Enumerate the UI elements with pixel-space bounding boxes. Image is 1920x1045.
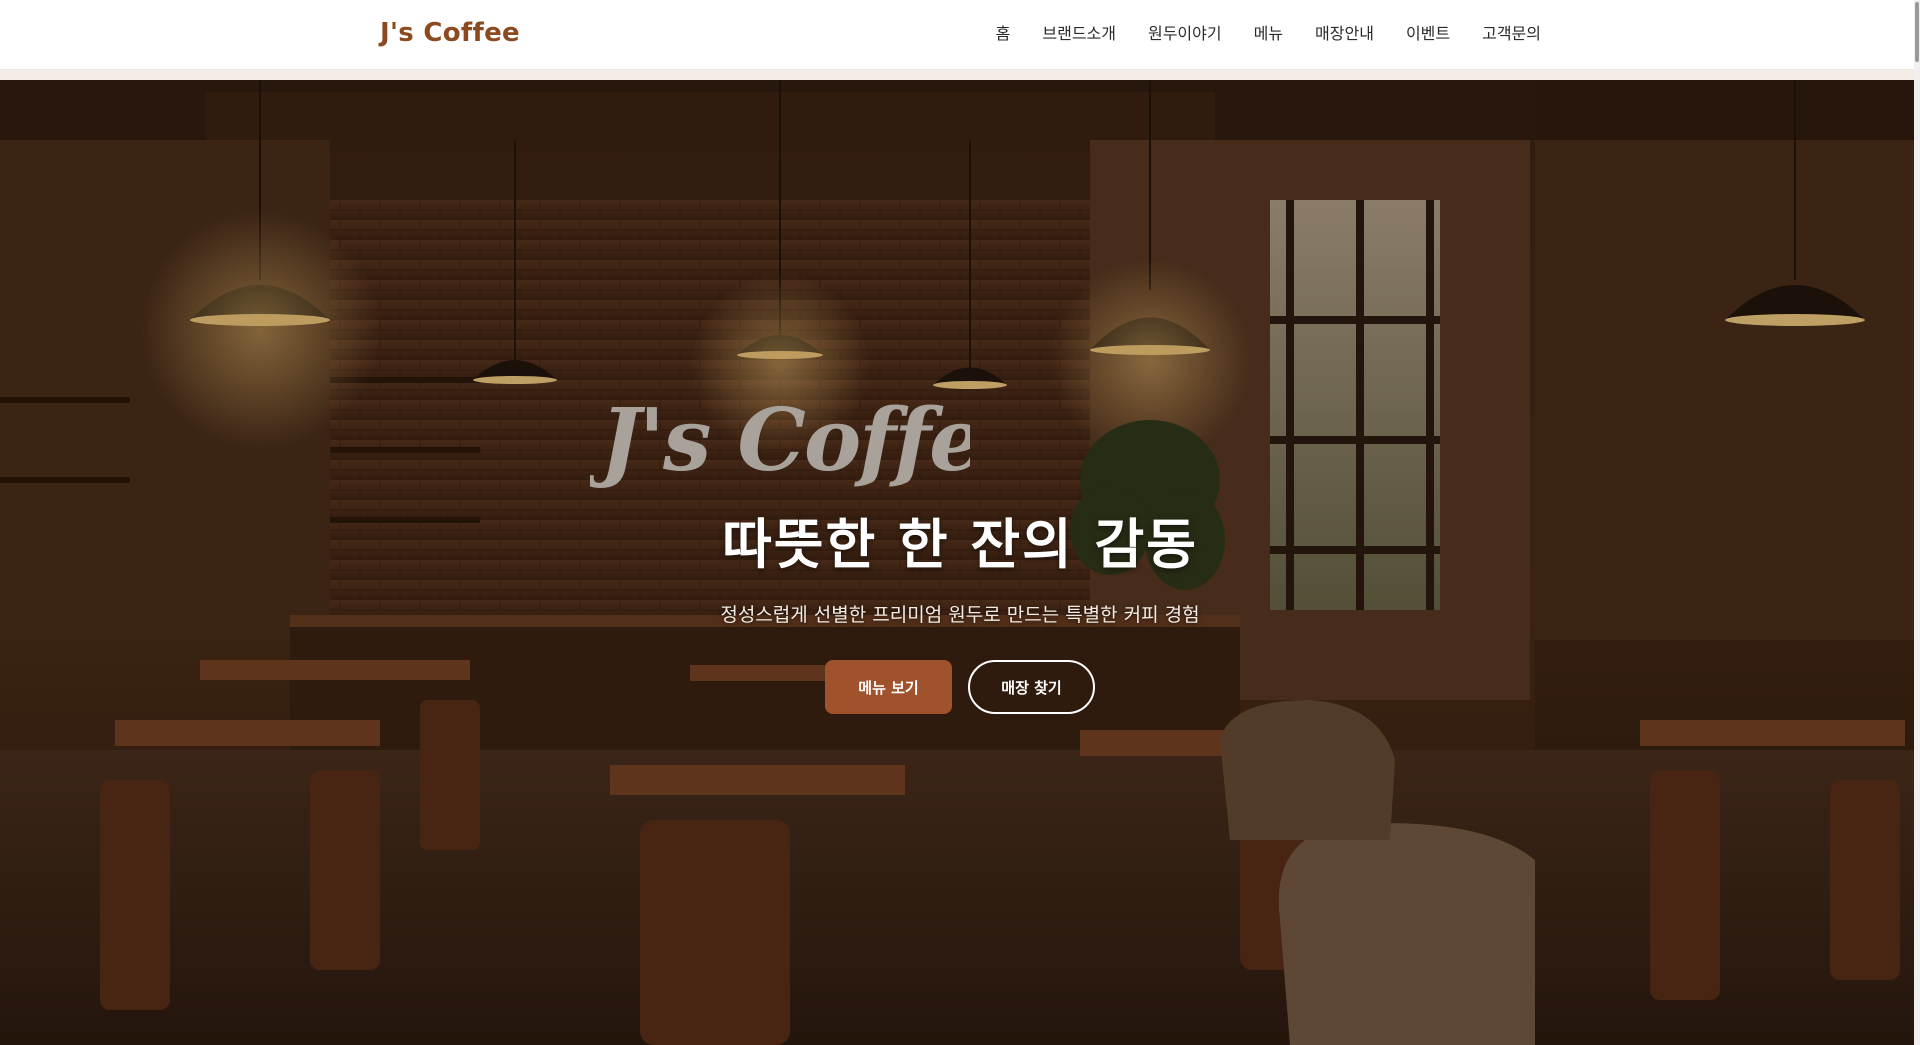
page-scrollbar[interactable] — [1914, 0, 1920, 1045]
brand-wall-sign: J's Coffee — [590, 390, 970, 491]
nav-item-beans-story[interactable]: 원두이야기 — [1148, 22, 1222, 46]
nav-item-events[interactable]: 이벤트 — [1406, 22, 1450, 46]
nav-item-stores[interactable]: 매장안내 — [1315, 22, 1374, 46]
nav-item-home[interactable]: 홈 — [996, 22, 1011, 46]
main-nav: 홈 브랜드소개 원두이야기 메뉴 매장안내 이벤트 고객문의 — [996, 22, 1541, 46]
nav-item-menu[interactable]: 메뉴 — [1254, 22, 1283, 46]
nav-item-contact[interactable]: 고객문의 — [1482, 22, 1541, 46]
hero-section: J's Coffee 따뜻한 한 잔의 감동 정성스럽게 선별한 프리미엄 원두… — [0, 80, 1914, 1045]
scrollbar-thumb[interactable] — [1915, 2, 1919, 62]
brand-wall-sign-text: J's Coffee — [590, 390, 970, 491]
hero-subtitle: 정성스럽게 선별한 프리미엄 원두로 만드는 특별한 커피 경험 — [720, 604, 1200, 626]
site-logo[interactable]: J's Coffee — [380, 18, 520, 48]
header-divider — [0, 70, 1920, 80]
site-header: J's Coffee 홈 브랜드소개 원두이야기 메뉴 매장안내 이벤트 고객문… — [0, 0, 1920, 70]
find-store-button[interactable]: 매장 찾기 — [968, 660, 1095, 714]
hero-title: 따뜻한 한 잔의 감동 — [722, 513, 1198, 576]
nav-item-brand[interactable]: 브랜드소개 — [1042, 22, 1116, 46]
view-menu-button[interactable]: 메뉴 보기 — [825, 660, 952, 714]
